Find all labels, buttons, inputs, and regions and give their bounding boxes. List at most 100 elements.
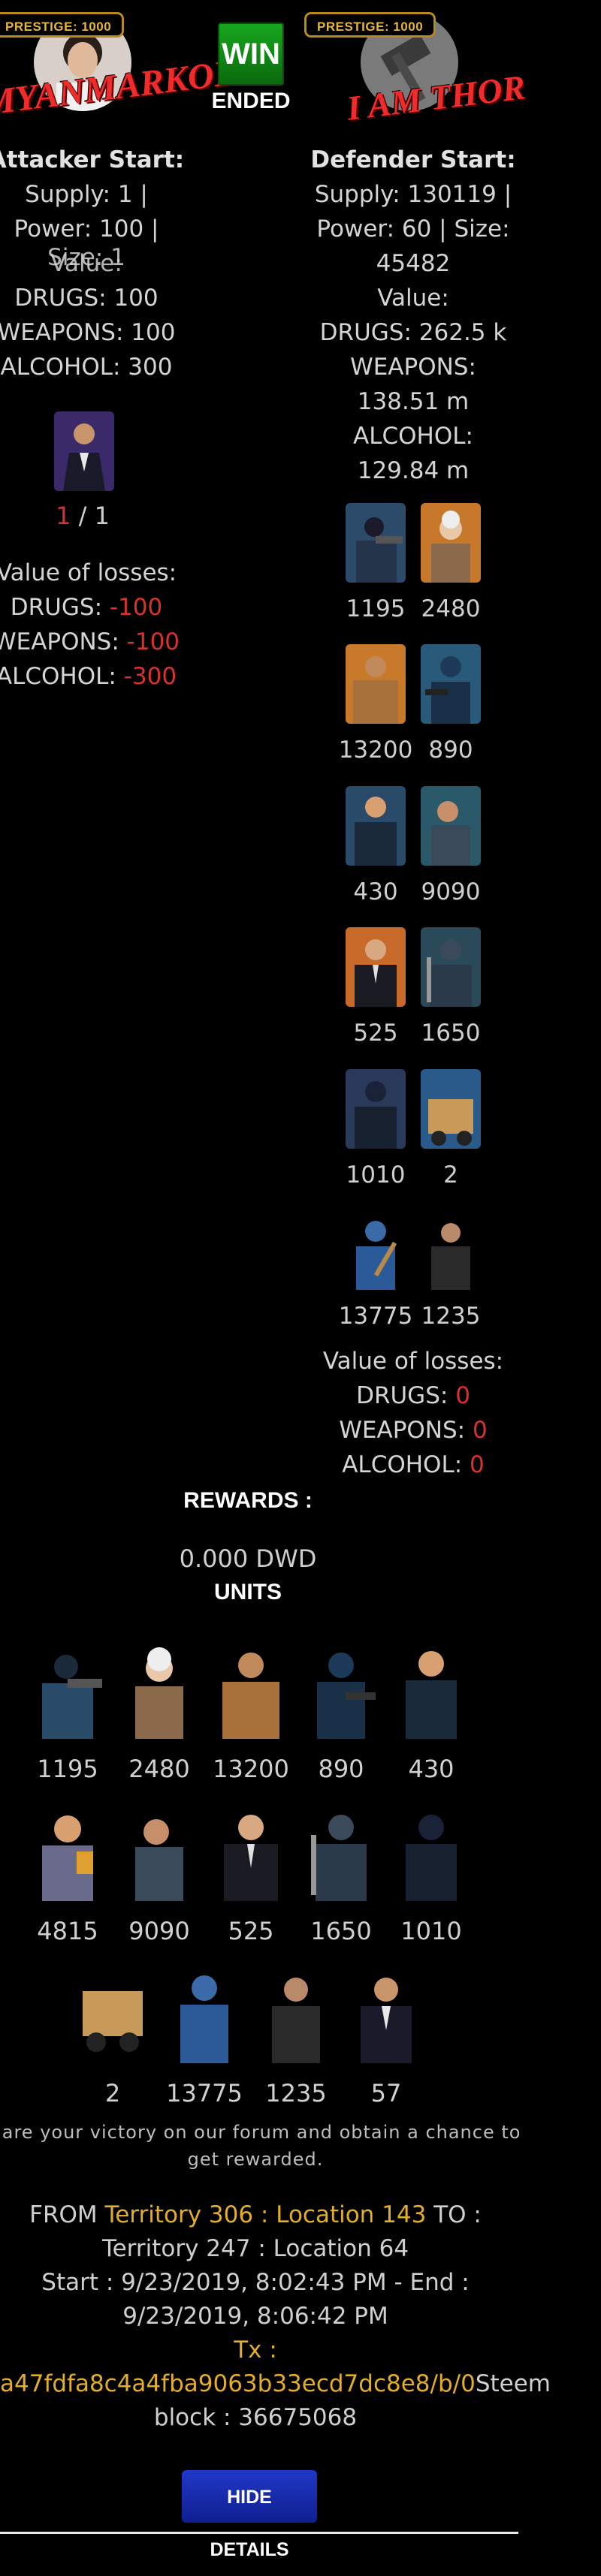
defender-unit-image[interactable] bbox=[421, 503, 481, 583]
reward-unit-count: 13200 bbox=[213, 1755, 289, 1783]
defender-unit-count: 13200 bbox=[338, 737, 413, 764]
tx-link[interactable]: a47fdfa8c4a4fba9063b33ecd7dc8e8/b/0 bbox=[0, 2370, 476, 2397]
defender-supply: Supply: 130119 | bbox=[314, 181, 512, 208]
reward-unit-image[interactable] bbox=[213, 1799, 288, 1901]
attacker-prestige-badge: PRESTIGE: 1000 bbox=[0, 12, 125, 38]
attacker-weapons: WEAPONS: 100 bbox=[0, 319, 176, 346]
from-location-link[interactable]: Territory 306 : Location 143 bbox=[105, 2201, 427, 2228]
rewards-amount: 0.000 DWD bbox=[179, 1544, 317, 1573]
attacker-loss-weapons: -100 bbox=[126, 628, 180, 655]
reward-unit-image[interactable] bbox=[394, 1637, 469, 1739]
defender-unit-image[interactable] bbox=[346, 503, 406, 583]
battle-details: FROM Territory 306 : Location 143 TO : T… bbox=[0, 2198, 551, 2435]
defender-losses: Value of losses: DRUGS: 0 WEAPONS: 0 ALC… bbox=[300, 1344, 526, 1482]
attacker-losses: Value of losses: DRUGS: -100 WEAPONS: -1… bbox=[0, 556, 195, 694]
reward-unit-image[interactable] bbox=[394, 1799, 469, 1901]
attacker-loss-alcohol: -300 bbox=[123, 663, 177, 690]
battle-start-end: Start : 9/23/2019, 8:02:43 PM - End : bbox=[41, 2269, 470, 2296]
defender-unit-count: 1650 bbox=[421, 1020, 481, 1047]
reward-unit-image[interactable] bbox=[75, 1961, 150, 2063]
defender-start-heading: Defender Start: bbox=[310, 146, 516, 173]
reward-unit-count: 1010 bbox=[400, 1917, 462, 1945]
defender-power: Power: 60 | Size: bbox=[316, 215, 510, 243]
reward-unit-count: 13775 bbox=[166, 2079, 243, 2107]
defender-alcohol-label: ALCOHOL: bbox=[353, 423, 473, 450]
reward-unit-count: 1650 bbox=[310, 1917, 372, 1945]
reward-unit-image[interactable] bbox=[304, 1637, 379, 1739]
defender-unit-image[interactable] bbox=[421, 786, 481, 866]
reward-unit-image[interactable] bbox=[167, 1961, 242, 2063]
battle-state-label: ENDED bbox=[211, 89, 291, 113]
share-text: hare your victory on our forum and obtai… bbox=[0, 2122, 521, 2170]
defender-unit-image[interactable] bbox=[346, 1069, 406, 1149]
defender-prestige-badge: PRESTIGE: 1000 bbox=[304, 12, 436, 38]
reward-unit-count: 525 bbox=[228, 1917, 274, 1945]
attacker-loss-drugs: -100 bbox=[109, 594, 163, 621]
reward-unit-image[interactable] bbox=[258, 1961, 334, 2063]
reward-unit-image[interactable] bbox=[30, 1637, 105, 1739]
defender-unit-image[interactable] bbox=[421, 1069, 481, 1149]
reward-unit-count: 57 bbox=[370, 2079, 402, 2107]
attacker-alcohol: ALCOHOL: 300 bbox=[0, 354, 173, 381]
reward-unit-count: 4815 bbox=[37, 1917, 98, 1945]
hide-details-button[interactable]: HIDE DETAILS bbox=[182, 2470, 317, 2560]
defender-unit-image[interactable] bbox=[346, 927, 406, 1007]
reward-unit-image[interactable] bbox=[122, 1637, 197, 1739]
attacker-value-label: Value: bbox=[50, 250, 122, 277]
attacker-stats: Attacker Start: Supply: 1 | Power: 100 |… bbox=[0, 143, 195, 384]
steem-block: block : 36675068 bbox=[153, 2404, 358, 2431]
defender-stats: Defender Start: Supply: 130119 | Power: … bbox=[300, 143, 526, 488]
to-label: TO : bbox=[433, 2201, 482, 2228]
defender-unit-image[interactable] bbox=[346, 786, 406, 866]
defender-unit-count: 2480 bbox=[421, 595, 481, 622]
reward-unit-count: 2 bbox=[104, 2079, 121, 2107]
defender-loss-weapons: 0 bbox=[472, 1417, 488, 1444]
attacker-units-count: 1 / 1 bbox=[56, 502, 110, 530]
defender-unit-image[interactable] bbox=[346, 644, 406, 724]
defender-unit-image[interactable] bbox=[346, 1210, 406, 1290]
defender-losses-heading: Value of losses: bbox=[322, 1348, 504, 1375]
attacker-supply: Supply: 1 | bbox=[25, 181, 148, 208]
defender-unit-count: 430 bbox=[353, 878, 398, 905]
attacker-start-heading: Attacker Start: bbox=[0, 146, 185, 173]
defender-unit-count: 1235 bbox=[421, 1303, 481, 1330]
bottom-divider bbox=[0, 2532, 518, 2534]
defender-unit-image[interactable] bbox=[421, 1210, 481, 1290]
defender-unit-image[interactable] bbox=[421, 644, 481, 724]
reward-unit-image[interactable] bbox=[213, 1637, 288, 1739]
defender-unit-count: 13775 bbox=[338, 1303, 413, 1330]
reward-unit-count: 430 bbox=[408, 1755, 455, 1783]
attacker-unit-image[interactable] bbox=[54, 411, 114, 491]
defender-size: 45482 bbox=[376, 250, 451, 277]
reward-unit-count: 1195 bbox=[37, 1755, 98, 1783]
rewards-units-heading: UNITS bbox=[214, 1580, 282, 1604]
defender-unit-count: 525 bbox=[353, 1020, 398, 1047]
rewards-heading: REWARDS : bbox=[183, 1488, 313, 1513]
defender-alcohol: 129.84 m bbox=[357, 457, 470, 484]
reward-unit-count: 890 bbox=[318, 1755, 364, 1783]
reward-unit-image[interactable] bbox=[30, 1799, 105, 1901]
reward-unit-count: 9090 bbox=[128, 1917, 190, 1945]
reward-unit-count: 2480 bbox=[128, 1755, 190, 1783]
from-label: FROM bbox=[29, 2201, 98, 2228]
defender-unit-count: 2 bbox=[443, 1161, 458, 1189]
defender-unit-count: 9090 bbox=[421, 878, 481, 905]
defender-unit-image[interactable] bbox=[421, 927, 481, 1007]
reward-unit-image[interactable] bbox=[122, 1799, 197, 1901]
attacker-drugs: DRUGS: 100 bbox=[14, 285, 159, 312]
reward-unit-image[interactable] bbox=[304, 1799, 379, 1901]
defender-loss-alcohol: 0 bbox=[470, 1451, 485, 1478]
defender-unit-count: 1010 bbox=[346, 1161, 406, 1189]
battle-end-time: 9/23/2019, 8:06:42 PM bbox=[122, 2303, 388, 2330]
battle-result-badge: WIN bbox=[218, 23, 284, 86]
defender-unit-count: 890 bbox=[428, 737, 473, 764]
defender-weapons: 138.51 m bbox=[357, 388, 470, 415]
defender-drugs: DRUGS: 262.5 k bbox=[319, 319, 507, 346]
tx-suffix: Steem bbox=[475, 2370, 551, 2397]
to-location: Territory 247 : Location 64 bbox=[101, 2235, 409, 2262]
reward-unit-image[interactable] bbox=[349, 1961, 424, 2063]
defender-unit-count: 1195 bbox=[346, 595, 406, 622]
defender-value-label: Value: bbox=[377, 285, 449, 312]
tx-label: Tx : bbox=[234, 2336, 277, 2364]
attacker-losses-heading: Value of losses: bbox=[0, 559, 177, 586]
